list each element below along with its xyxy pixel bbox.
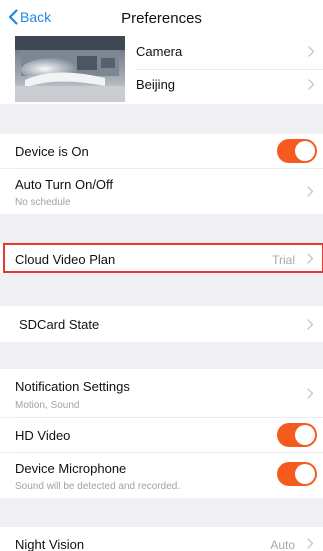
device-microphone-label: Device Microphone <box>15 461 127 476</box>
notification-settings-row[interactable]: Notification Settings Motion, Sound <box>0 369 323 417</box>
page-title: Preferences <box>121 10 202 27</box>
chevron-right-icon <box>307 253 314 264</box>
auto-turn-row[interactable]: Auto Turn On/Off No schedule <box>0 169 323 214</box>
device-on-label: Device is On <box>15 144 89 159</box>
device-microphone-row: Device Microphone Sound will be detected… <box>0 453 323 498</box>
camera-info-block: Camera Beijing <box>0 36 323 104</box>
sdcard-state-row[interactable]: SDCard State <box>0 306 323 342</box>
hd-video-label: HD Video <box>15 428 71 443</box>
chevron-right-icon <box>307 319 314 330</box>
auto-turn-subtitle: No schedule <box>15 197 71 208</box>
chevron-right-icon <box>307 388 314 399</box>
night-vision-value: Auto <box>270 538 295 551</box>
sdcard-state-label: SDCard State <box>19 317 100 332</box>
auto-turn-label: Auto Turn On/Off <box>15 177 114 192</box>
chevron-right-icon <box>308 79 315 90</box>
chevron-right-icon <box>307 186 314 197</box>
notification-settings-subtitle: Motion, Sound <box>15 400 80 411</box>
toggle-knob <box>295 425 315 445</box>
device-microphone-toggle[interactable] <box>277 462 317 486</box>
camera-name-row[interactable]: Camera <box>136 36 323 69</box>
cloud-video-plan-value: Trial <box>272 253 295 267</box>
notification-settings-label: Notification Settings <box>15 379 130 394</box>
chevron-right-icon <box>307 538 314 549</box>
chevron-right-icon <box>308 46 315 57</box>
device-on-row: Device is On <box>0 134 323 168</box>
device-on-toggle[interactable] <box>277 139 317 163</box>
camera-name: Camera <box>136 44 183 59</box>
toggle-knob <box>295 141 315 161</box>
camera-location: Beijing <box>136 77 176 92</box>
navigation-bar: Back Preferences <box>0 0 323 36</box>
camera-thumbnail[interactable] <box>15 36 125 102</box>
camera-location-row[interactable]: Beijing <box>136 69 323 102</box>
toggle-knob <box>295 464 315 484</box>
night-vision-label: Night Vision <box>15 537 85 551</box>
hd-video-row: HD Video <box>0 418 323 452</box>
cloud-video-plan-label: Cloud Video Plan <box>15 252 116 267</box>
cloud-video-plan-row[interactable]: Cloud Video Plan Trial <box>0 244 323 273</box>
camera-preview-image <box>15 36 125 102</box>
night-vision-row[interactable]: Night Vision Auto <box>0 527 323 551</box>
device-microphone-subtitle: Sound will be detected and recorded. <box>15 481 181 492</box>
hd-video-toggle[interactable] <box>277 423 317 447</box>
